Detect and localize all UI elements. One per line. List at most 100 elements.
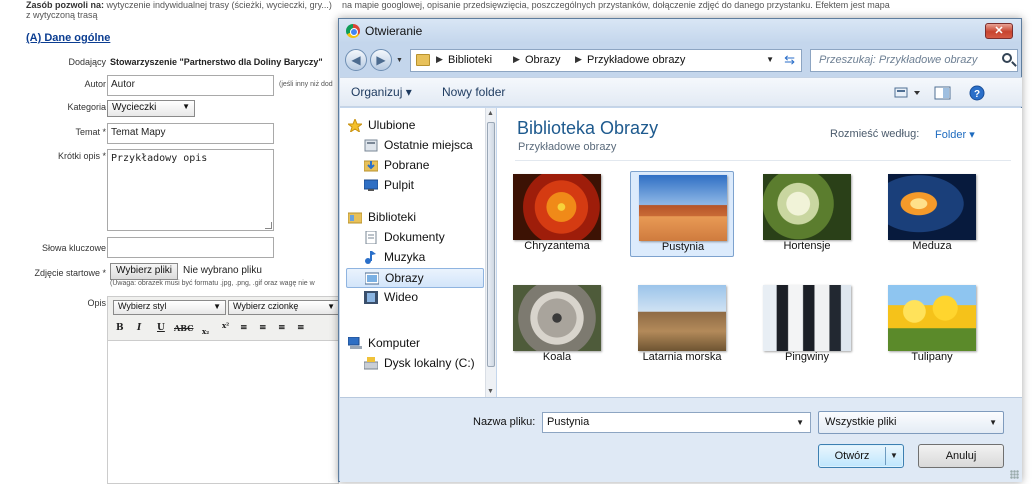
autor-note: (jeśli inny niż dod <box>279 81 333 88</box>
scroll-up-icon[interactable]: ▲ <box>487 110 494 117</box>
nav-favorites[interactable]: Ulubione <box>346 116 484 136</box>
dialog-titlebar[interactable]: Otwieranie ✕ <box>339 19 1021 43</box>
filetype-select[interactable]: Wszystkie pliki ▼ <box>818 411 1004 434</box>
drive-icon <box>364 357 378 370</box>
arrange-by-dropdown[interactable]: Folder ▾ <box>935 128 975 141</box>
italic-button[interactable]: I <box>137 323 141 333</box>
library-subtitle: Przykładowe obrazy <box>518 141 617 153</box>
nav-scrollbar[interactable]: ▲ ▼ <box>485 108 496 397</box>
dodajacy-value: Stowarzyszenie "Partnerstwo dla Doliny B… <box>110 57 323 67</box>
file-item-pingwiny[interactable]: Pingwiny <box>755 282 859 368</box>
file-item-pustynia[interactable]: Pustynia <box>630 171 734 257</box>
search-box[interactable]: Przeszukaj: Przykładowe obrazy <box>810 49 1018 72</box>
nav-label: Pulpit <box>384 178 415 192</box>
opis-editor[interactable] <box>107 340 339 484</box>
kategoria-select-value: Wycieczki <box>112 102 157 113</box>
file-name: Tulipany <box>911 351 953 363</box>
back-icon[interactable]: ◀ <box>345 49 367 71</box>
filename-input[interactable]: Pustynia ▼ <box>542 412 811 433</box>
resize-grip-icon[interactable] <box>265 222 272 229</box>
breadcrumb-libraries[interactable]: Biblioteki <box>448 54 492 66</box>
open-button[interactable]: Otwórz ▼ <box>818 444 904 468</box>
nav-label: Komputer <box>368 336 421 350</box>
thumbnail-hydrangeas <box>763 174 851 240</box>
arrange-by-label: Rozmieść według: <box>830 128 920 140</box>
resize-grip-icon[interactable] <box>1010 470 1019 479</box>
kategoria-select[interactable]: Wycieczki ▼ <box>107 100 195 117</box>
underline-button[interactable]: U <box>157 323 165 333</box>
align-right-icon[interactable]: ≡ <box>278 323 286 333</box>
nav-label: Dokumenty <box>384 230 445 244</box>
nav-local-disk[interactable]: Dysk lokalny (C:) <box>346 354 484 374</box>
thumbnail-desert <box>639 175 727 241</box>
file-item-chryzantema[interactable]: Chryzantema <box>505 171 609 257</box>
filename-label: Nazwa pliku: <box>473 416 536 428</box>
intro-bold: Zasób pozwoli na: <box>26 0 104 10</box>
bold-button[interactable]: B <box>116 323 124 333</box>
nav-label: Ostatnie miejsca <box>384 138 473 152</box>
nav-pictures[interactable]: Obrazy <box>346 268 484 288</box>
thumbnail-lighthouse <box>638 285 726 351</box>
slowa-kluczowe-input[interactable] <box>107 237 274 258</box>
choose-file-button[interactable]: Wybierz pliki <box>110 263 179 280</box>
file-item-hortensje[interactable]: Hortensje <box>755 171 859 257</box>
scroll-thumb[interactable] <box>487 122 495 367</box>
help-icon[interactable]: ? <box>969 85 985 101</box>
subscript-button[interactable]: x₂ <box>202 327 209 336</box>
file-item-koala[interactable]: Koala <box>505 282 609 368</box>
nav-libraries[interactable]: Biblioteki <box>346 208 484 228</box>
nav-video[interactable]: Wideo <box>346 288 484 308</box>
forward-icon[interactable]: ▶ <box>370 49 392 71</box>
nav-documents[interactable]: Dokumenty <box>346 228 484 248</box>
chevron-down-icon[interactable]: ▼ <box>796 418 804 427</box>
cancel-button[interactable]: Anuluj <box>918 444 1004 468</box>
autor-input[interactable]: Autor <box>107 75 274 96</box>
preview-pane-icon[interactable] <box>934 86 952 100</box>
thumbnail-tulips <box>888 285 976 351</box>
chevron-right-icon: ▶ <box>436 54 443 64</box>
file-item-tulipany[interactable]: Tulipany <box>880 282 984 368</box>
file-name: Koala <box>542 351 572 363</box>
chevron-down-icon[interactable]: ▼ <box>766 55 774 64</box>
recent-locations-icon[interactable]: ▼ <box>396 57 403 64</box>
file-item-latarnia-morska[interactable]: Latarnia morska <box>630 282 734 368</box>
new-folder-button[interactable]: Nowy folder <box>442 85 505 99</box>
superscript-button[interactable]: x² <box>222 321 229 330</box>
krotki-opis-textarea[interactable]: Przykładowy opis <box>107 149 274 231</box>
breadcrumb-sample-pictures[interactable]: Przykładowe obrazy <box>587 54 685 66</box>
organize-menu[interactable]: Organizuj ▾ <box>351 85 412 99</box>
strikethrough-button[interactable]: ABC <box>174 323 193 333</box>
style-select-value: Wybierz styl <box>118 301 167 311</box>
thumbnail-koala <box>513 285 601 351</box>
chevron-right-icon: ▶ <box>575 54 582 64</box>
font-select[interactable]: Wybierz czionkę ▼ <box>228 300 340 315</box>
refresh-icon[interactable]: ⇆ <box>784 52 795 68</box>
align-justify-icon[interactable]: ≡ <box>297 323 305 333</box>
scroll-down-icon[interactable]: ▼ <box>487 388 494 395</box>
breadcrumb-pictures[interactable]: Obrazy <box>525 54 560 66</box>
nav-computer[interactable]: Komputer <box>346 334 484 354</box>
temat-input[interactable]: Temat Mapy <box>107 123 274 144</box>
style-select[interactable]: Wybierz styl ▼ <box>113 300 226 315</box>
label-dodajacy: Dodający <box>68 57 106 67</box>
change-view-icon[interactable] <box>894 86 922 100</box>
file-item-meduza[interactable]: Meduza <box>880 171 984 257</box>
file-name: Latarnia morska <box>642 351 722 363</box>
nav-label: Wideo <box>384 290 419 304</box>
filetype-value: Wszystkie pliki <box>825 416 897 428</box>
navigation-pane: Ulubione Ostatnie miejsca Pobrane Pulpit… <box>340 108 496 397</box>
search-icon[interactable] <box>1002 53 1012 63</box>
align-left-icon[interactable]: ≡ <box>240 323 248 333</box>
address-bar[interactable]: ▶ Biblioteki ▶ Obrazy ▶ Przykładowe obra… <box>410 49 802 72</box>
content-divider <box>515 160 1011 161</box>
chevron-down-icon[interactable]: ▼ <box>890 451 898 460</box>
nav-downloads[interactable]: Pobrane <box>346 156 484 176</box>
nav-recent-places[interactable]: Ostatnie miejsca <box>346 136 484 156</box>
nav-music[interactable]: Muzyka <box>346 248 484 268</box>
split-divider <box>885 447 886 465</box>
align-center-icon[interactable]: ≡ <box>259 323 267 333</box>
nav-desktop[interactable]: Pulpit <box>346 176 484 196</box>
thumbnail-penguins <box>763 285 851 351</box>
close-button[interactable]: ✕ <box>985 23 1013 39</box>
section-title[interactable]: (A) Dane ogólne <box>26 32 110 44</box>
